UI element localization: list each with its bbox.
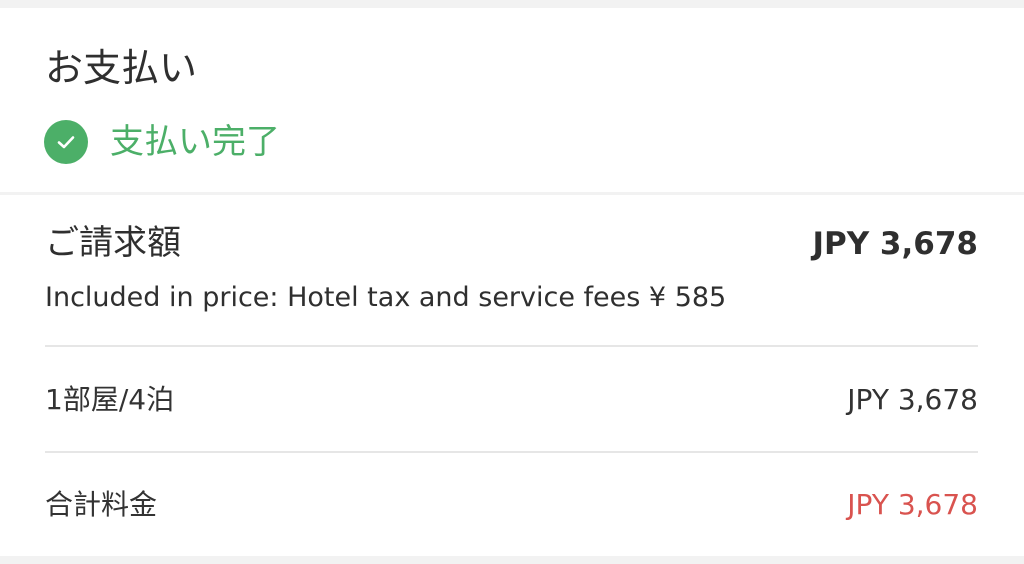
billing-section: ご請求額 JPY 3,678 Included in price: Hotel … xyxy=(0,195,1024,556)
total-price-label: 合計料金 xyxy=(45,488,158,521)
divider xyxy=(45,451,978,453)
divider xyxy=(45,345,978,347)
payment-section: お支払い 支払い完了 xyxy=(0,8,1024,192)
payment-status-text: 支払い完了 xyxy=(110,122,280,162)
payment-status: 支払い完了 xyxy=(44,116,280,168)
room-nights-label: 1部屋/4泊 xyxy=(45,383,175,416)
included-fees-note: Included in price: Hotel tax and service… xyxy=(45,282,727,313)
payment-title: お支払い xyxy=(45,46,198,90)
room-nights-price: JPY 3,678 xyxy=(847,383,978,416)
check-circle-icon xyxy=(44,120,88,164)
billing-amount-total: JPY 3,678 xyxy=(812,226,978,262)
total-price-value: JPY 3,678 xyxy=(847,488,978,521)
billing-amount-label: ご請求額 xyxy=(45,223,181,263)
